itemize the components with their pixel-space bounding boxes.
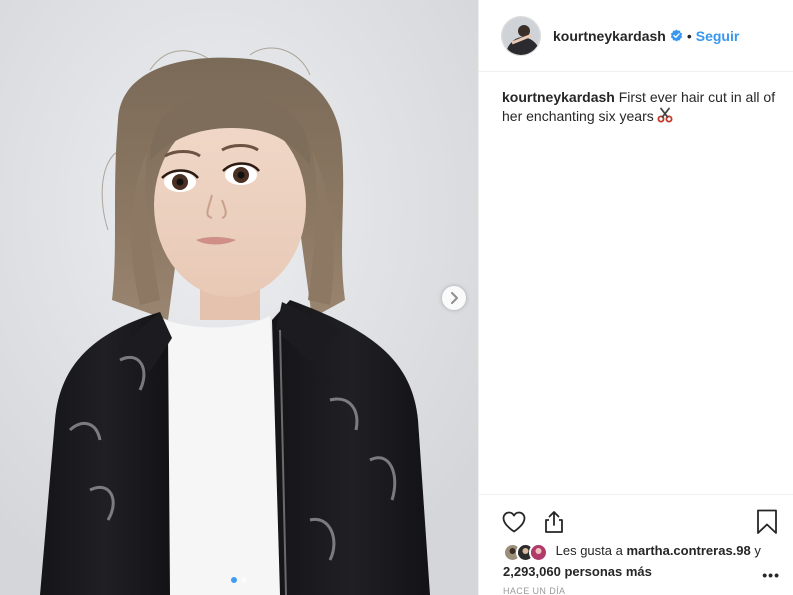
likes-count[interactable]: 2,293,060 personas más	[503, 564, 652, 579]
child-portrait-image	[0, 0, 478, 595]
liker-avatars	[503, 543, 548, 562]
avatar-image	[502, 16, 540, 55]
carousel-indicator	[0, 577, 478, 583]
chevron-right-icon	[451, 292, 458, 304]
post-photo[interactable]	[0, 0, 478, 595]
header-username[interactable]: kourtneykardash	[553, 28, 666, 44]
profile-avatar[interactable]	[501, 15, 541, 56]
verified-badge-icon	[670, 29, 683, 42]
post-actions-section: Les gusta a martha.contreras.98 y 2,293,…	[479, 494, 793, 595]
liker-avatar	[529, 543, 548, 562]
post-header: kourtneykardash • Seguir	[479, 0, 793, 72]
save-button[interactable]	[756, 509, 782, 535]
carousel-next-button[interactable]	[442, 286, 466, 310]
likes-summary: Les gusta a martha.contreras.98 y 2,293,…	[503, 541, 793, 581]
heart-icon	[502, 511, 526, 533]
post-timestamp[interactable]: Hace un día	[503, 586, 565, 595]
like-button[interactable]	[501, 509, 527, 535]
post-side-panel: kourtneykardash • Seguir kourtneykardash…	[478, 0, 793, 595]
caption-username[interactable]: kourtneykardash	[502, 89, 615, 105]
bookmark-icon	[757, 509, 777, 534]
action-buttons	[501, 509, 567, 535]
post-caption: kourtneykardash First ever hair cut in a…	[502, 88, 778, 128]
likes-conjunction: y	[754, 543, 761, 558]
more-options-button[interactable]: •••	[762, 567, 780, 583]
carousel-dot-active	[231, 577, 237, 583]
share-icon	[545, 511, 563, 533]
header-separator: •	[686, 27, 692, 44]
likes-prefix: Les gusta a	[555, 543, 623, 558]
carousel-dot	[241, 577, 247, 583]
follow-button[interactable]: Seguir	[696, 28, 740, 44]
share-button[interactable]	[541, 509, 567, 535]
liker-username[interactable]: martha.contreras.98	[626, 543, 750, 558]
scissors-emoji-icon	[657, 107, 673, 128]
